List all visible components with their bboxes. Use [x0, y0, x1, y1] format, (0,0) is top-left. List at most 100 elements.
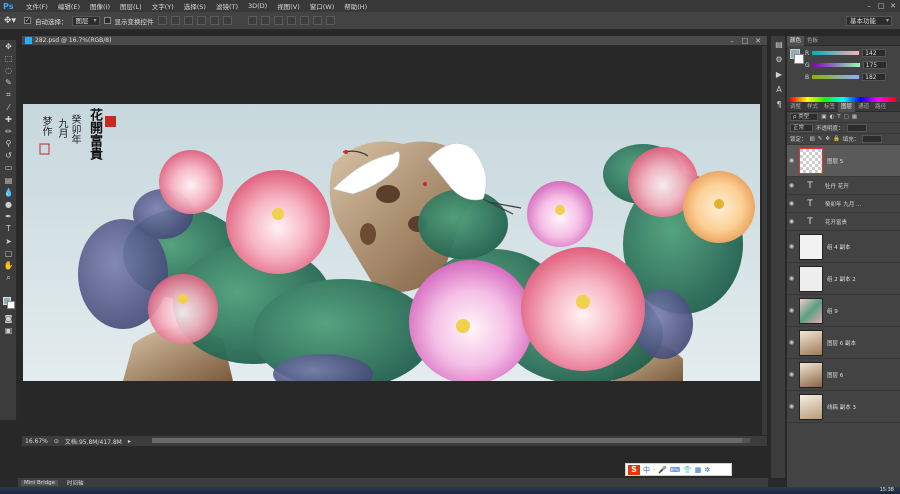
- tab-channels[interactable]: 通道: [855, 102, 872, 112]
- lock-pixels-icon[interactable]: ✎: [818, 136, 823, 142]
- blend-mode-dropdown[interactable]: 正常: [790, 124, 814, 132]
- quick-select-tool-icon[interactable]: ✎: [0, 77, 17, 89]
- distribute-bottom-icon[interactable]: [273, 16, 283, 25]
- blue-value-field[interactable]: 182: [862, 73, 887, 81]
- toolbox-icon[interactable]: ▦: [695, 466, 702, 474]
- document-tab[interactable]: 282.psd @ 16.7%(RGB/8) – □ ✕: [22, 36, 767, 46]
- layer-name[interactable]: 牡丹 花开: [825, 182, 849, 190]
- doc-minimize-icon[interactable]: –: [727, 37, 737, 46]
- tab-swatches[interactable]: 色板: [804, 36, 821, 46]
- tab-mini-bridge[interactable]: Mini Bridge: [21, 479, 58, 486]
- zoom-tool-icon[interactable]: ⌕: [0, 272, 17, 284]
- settings-icon[interactable]: ✲: [704, 466, 710, 474]
- layer-name[interactable]: 图层 6 副本: [827, 339, 856, 347]
- align-right-icon[interactable]: [222, 16, 232, 25]
- ime-mode-toggle[interactable]: 中: [643, 465, 650, 475]
- filter-smart-icon[interactable]: ▦: [852, 114, 857, 120]
- minimize-icon[interactable]: –: [864, 2, 874, 11]
- visibility-eye-icon[interactable]: ◉: [787, 371, 796, 378]
- align-bottom-icon[interactable]: [183, 16, 193, 25]
- visibility-eye-icon[interactable]: ◉: [787, 403, 796, 410]
- distribute-vcenter-icon[interactable]: [260, 16, 270, 25]
- menu-edit[interactable]: 编辑(E): [53, 1, 85, 11]
- character-panel-icon[interactable]: A: [773, 84, 785, 96]
- color-swatches[interactable]: [0, 296, 17, 312]
- menu-filter[interactable]: 滤镜(T): [211, 1, 243, 11]
- menu-select[interactable]: 选择(S): [179, 1, 211, 11]
- visibility-eye-icon[interactable]: ◉: [787, 243, 796, 250]
- layer-row[interactable]: ◉ 图层 6: [787, 359, 900, 391]
- crop-tool-icon[interactable]: ⌗: [0, 89, 17, 101]
- background-color-swatch[interactable]: [7, 300, 15, 309]
- dodge-tool-icon[interactable]: ●: [0, 198, 17, 210]
- type-tool-icon[interactable]: T: [0, 223, 17, 235]
- punctuation-icon[interactable]: ·: [653, 466, 655, 474]
- fill-field[interactable]: [862, 135, 883, 143]
- lock-transparent-icon[interactable]: ▧: [810, 136, 815, 142]
- tab-layers[interactable]: 图层: [838, 101, 856, 112]
- menu-type[interactable]: 文字(Y): [147, 1, 179, 11]
- tab-styles[interactable]: 样式: [804, 102, 821, 112]
- layer-row[interactable]: ◉ T 牡丹 花开: [787, 177, 900, 195]
- align-left-icon[interactable]: [196, 16, 206, 25]
- layer-name[interactable]: 组 4 副本: [827, 243, 851, 251]
- visibility-eye-icon[interactable]: ◉: [787, 339, 796, 346]
- tab-labels[interactable]: 标签: [821, 102, 838, 112]
- eraser-tool-icon[interactable]: ▭: [0, 162, 17, 174]
- menu-window[interactable]: 窗口(W): [305, 1, 340, 11]
- zoom-level[interactable]: 16.67%: [25, 438, 48, 445]
- history-panel-icon[interactable]: ▤: [773, 39, 785, 51]
- green-slider[interactable]: [812, 63, 860, 67]
- layer-row[interactable]: ◉ 组 2 副本 2: [787, 263, 900, 295]
- sogou-logo-icon[interactable]: S: [628, 464, 640, 475]
- horizontal-scrollbar[interactable]: [152, 438, 750, 443]
- color-panel-background[interactable]: [794, 54, 804, 64]
- distribute-right-icon[interactable]: [312, 16, 322, 25]
- auto-select-target-dropdown[interactable]: 图层: [71, 15, 100, 26]
- color-spectrum-bar[interactable]: [790, 97, 896, 102]
- zoom-options-icon[interactable]: ⊙: [54, 438, 59, 445]
- history-brush-tool-icon[interactable]: ↺: [0, 150, 17, 162]
- layer-name[interactable]: 图层 5: [827, 157, 843, 165]
- layer-row[interactable]: ◉ 线稿 副本 3: [787, 391, 900, 423]
- tab-color[interactable]: 颜色: [787, 35, 805, 46]
- layer-row[interactable]: ◉ T 花开富贵: [787, 213, 900, 231]
- layer-name[interactable]: 组 9: [827, 307, 838, 315]
- menu-image[interactable]: 图像(I): [85, 1, 115, 11]
- microphone-icon[interactable]: 🎤: [658, 466, 667, 474]
- menu-3d[interactable]: 3D(D): [243, 2, 272, 10]
- quick-mask-icon[interactable]: ◙: [0, 312, 17, 324]
- blur-tool-icon[interactable]: 💧: [0, 186, 17, 198]
- doc-close-icon[interactable]: ✕: [753, 37, 763, 46]
- eyedropper-tool-icon[interactable]: ⁄: [0, 101, 17, 113]
- layer-row[interactable]: ◉ 组 9: [787, 295, 900, 327]
- opacity-field[interactable]: [846, 124, 867, 132]
- visibility-eye-icon[interactable]: ◉: [787, 275, 796, 282]
- align-hcenter-icon[interactable]: [209, 16, 219, 25]
- tab-paths[interactable]: 路径: [872, 102, 889, 112]
- filter-adjust-icon[interactable]: ◐: [829, 114, 834, 120]
- hand-tool-icon[interactable]: ✋: [0, 259, 17, 271]
- layer-name[interactable]: 组 2 副本 2: [827, 275, 856, 283]
- vertical-scrollbar[interactable]: [762, 46, 767, 435]
- visibility-eye-icon[interactable]: ◉: [787, 200, 796, 207]
- shape-tool-icon[interactable]: ▢: [0, 247, 17, 259]
- layer-row[interactable]: ◉ 图层 5: [787, 145, 900, 177]
- close-icon[interactable]: ✕: [888, 2, 898, 11]
- align-top-icon[interactable]: [157, 16, 167, 25]
- layer-row[interactable]: ◉ 图层 6 副本: [787, 327, 900, 359]
- healing-brush-tool-icon[interactable]: ✚: [0, 113, 17, 125]
- blue-slider[interactable]: [812, 75, 860, 79]
- move-tool-preset-icon[interactable]: ✥▾: [4, 15, 20, 27]
- distribute-hcenter-icon[interactable]: [299, 16, 309, 25]
- auto-align-icon[interactable]: [325, 16, 335, 25]
- layer-filter-dropdown[interactable]: ρ 类型: [790, 113, 819, 121]
- menu-help[interactable]: 帮助(H): [339, 1, 372, 11]
- layer-name[interactable]: 花开富贵: [825, 218, 847, 226]
- filter-shape-icon[interactable]: ▢: [844, 114, 849, 120]
- paragraph-panel-icon[interactable]: ¶: [773, 99, 785, 111]
- maximize-icon[interactable]: □: [876, 2, 886, 11]
- filter-pixel-icon[interactable]: ▣: [821, 114, 826, 120]
- tab-adjustments[interactable]: 调整: [787, 102, 804, 112]
- marquee-tool-icon[interactable]: ⬚: [0, 52, 17, 64]
